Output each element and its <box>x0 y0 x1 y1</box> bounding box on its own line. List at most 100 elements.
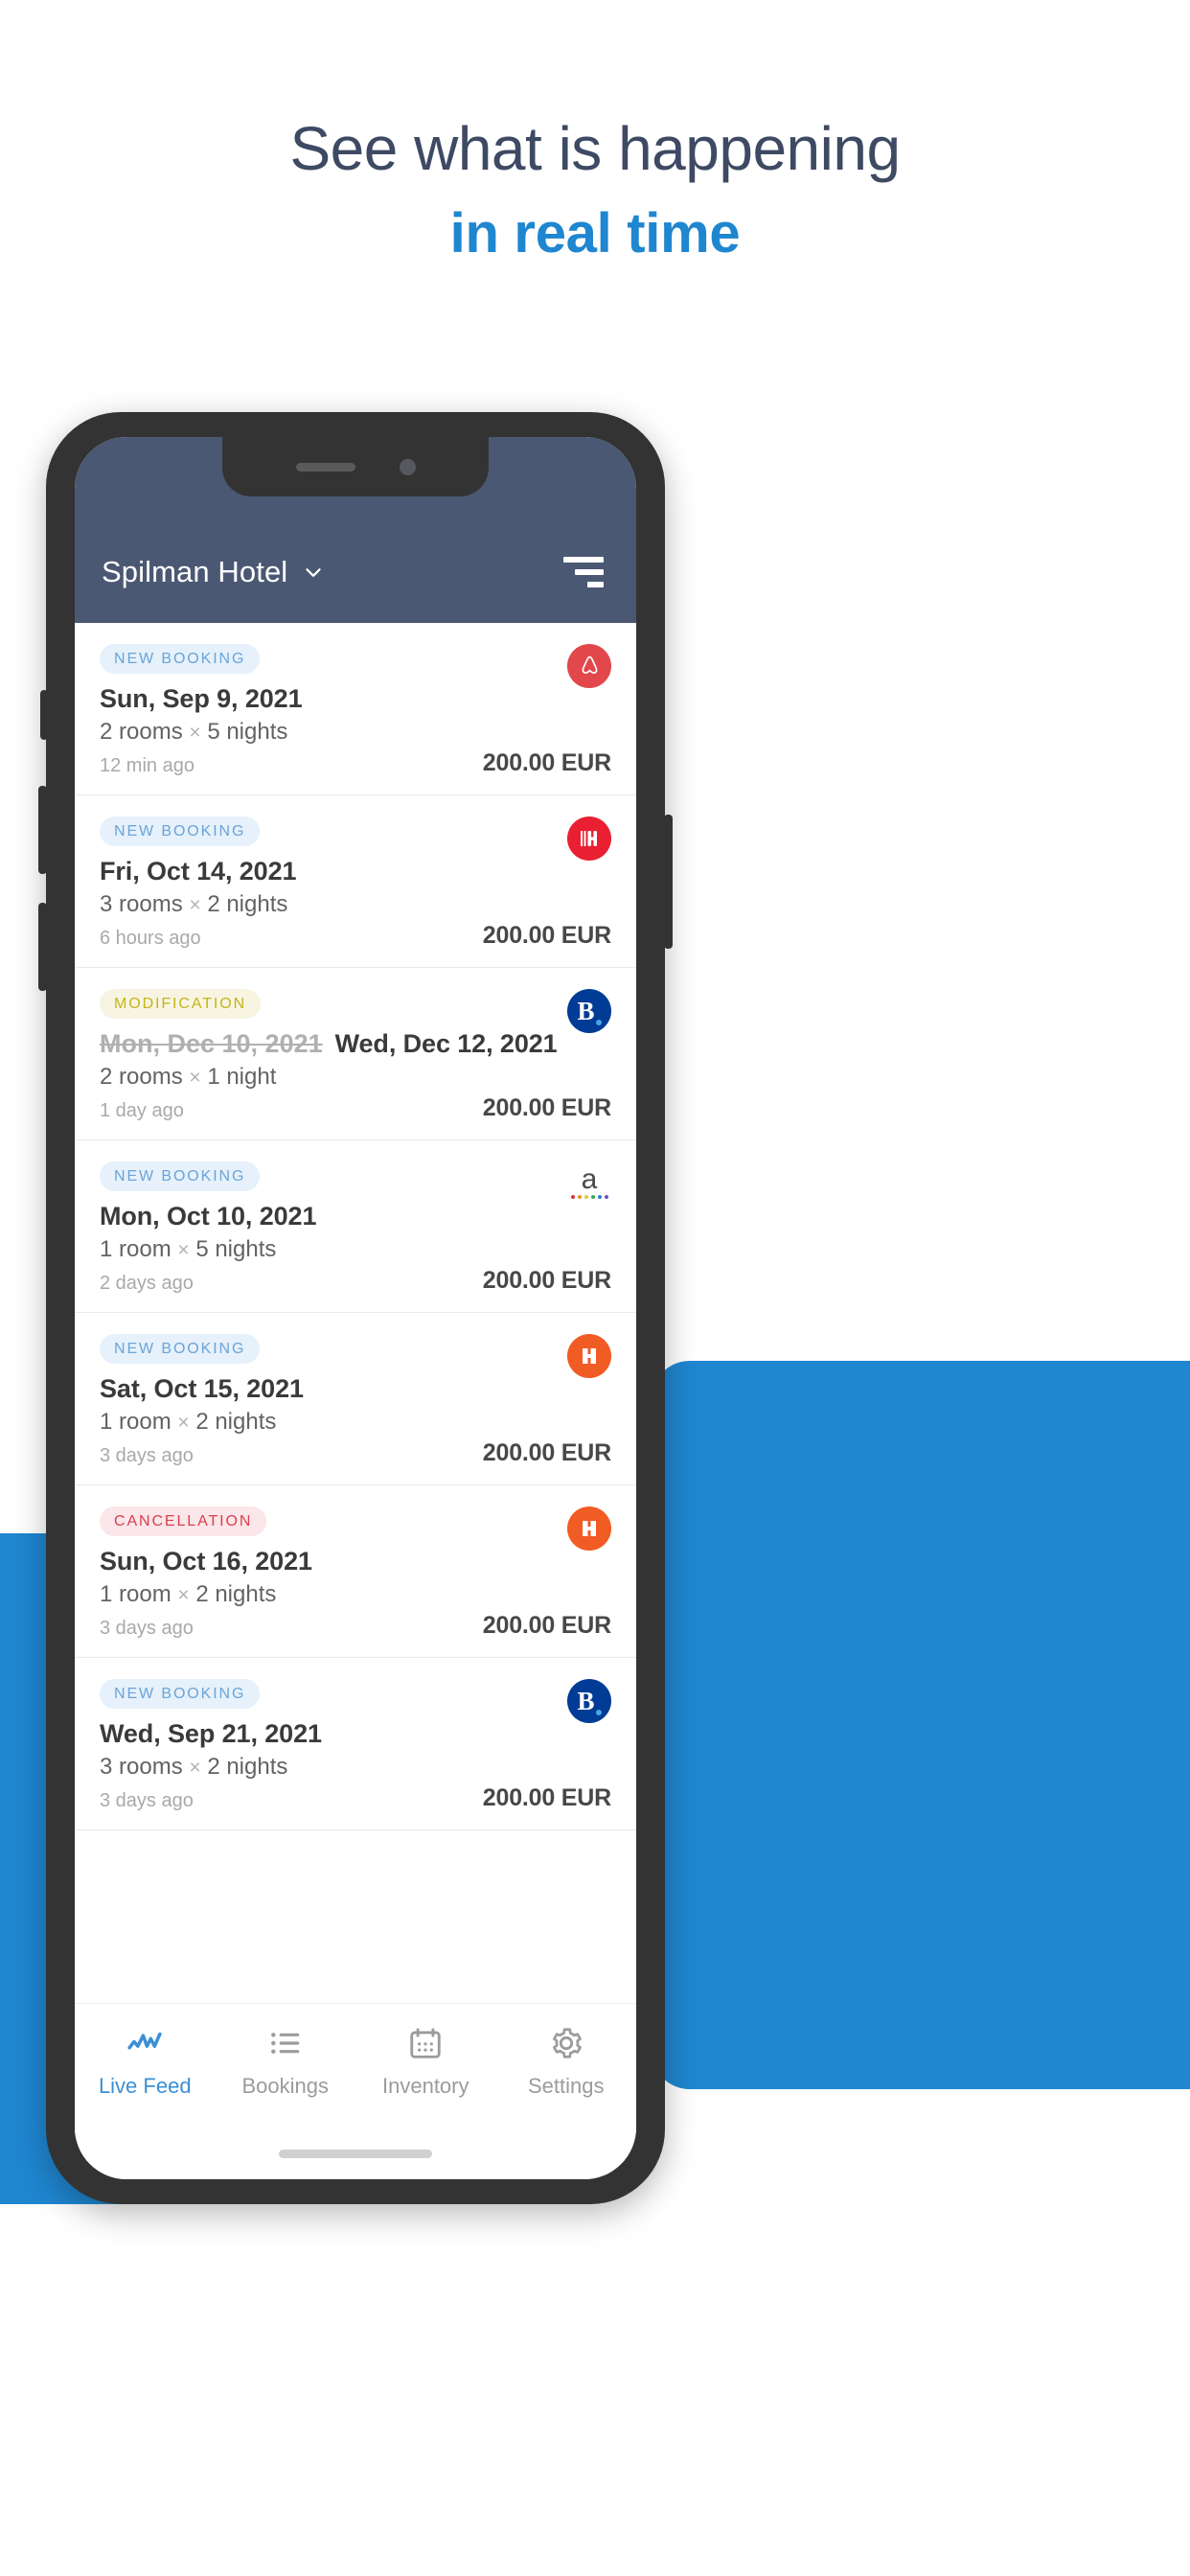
status-badge: NEW BOOKING <box>100 816 261 846</box>
phone-notch <box>222 437 489 496</box>
booking-date: Sat, Oct 15, 2021 <box>100 1374 304 1403</box>
booking-date-row: Fri, Oct 14, 2021 <box>100 857 611 886</box>
relative-time: 1 day ago <box>100 1100 184 1121</box>
booking-date-row: Mon, Dec 10, 2021 Wed, Dec 12, 2021 <box>100 1029 611 1059</box>
booking-price: 200.00 EUR <box>482 1439 611 1466</box>
channel-logo-hrs-icon <box>567 1334 611 1378</box>
calendar-icon <box>410 2028 441 2058</box>
nav-item-label: Live Feed <box>98 2074 192 2098</box>
booking-price: 200.00 EUR <box>482 922 611 949</box>
rooms-count: 1 room <box>100 1581 172 1607</box>
nights-count: 2 nights <box>207 891 288 917</box>
feed-card[interactable]: NEW BOOKING Mon, Oct 10, 2021 1 room × 5 n… <box>75 1140 636 1313</box>
booking-date-row: Mon, Oct 10, 2021 <box>100 1202 611 1231</box>
times-symbol: × <box>177 1412 190 1434</box>
feed-card[interactable]: NEW BOOKING Sat, Oct 15, 2021 1 room × 2 n… <box>75 1313 636 1485</box>
relative-time: 3 days ago <box>100 1618 194 1639</box>
booking-date: Mon, Oct 10, 2021 <box>100 1202 317 1230</box>
status-badge: NEW BOOKING <box>100 1679 261 1709</box>
channel-logo-booking-icon: B <box>567 989 611 1033</box>
booking-date-row: Sun, Oct 16, 2021 <box>100 1547 611 1576</box>
card-footer: 2 days ago 200.00 EUR <box>100 1267 611 1295</box>
booking-date: Wed, Dec 12, 2021 <box>334 1029 558 1058</box>
card-footer: 12 min ago 200.00 EUR <box>100 749 611 777</box>
nav-item-label: Inventory <box>382 2074 469 2098</box>
channel-logo-hrs-icon <box>567 1506 611 1551</box>
times-symbol: × <box>189 1757 201 1779</box>
times-symbol: × <box>189 1067 201 1089</box>
booking-price: 200.00 EUR <box>482 749 611 776</box>
booking-price: 200.00 EUR <box>482 1267 611 1294</box>
nav-item-label: Bookings <box>241 2074 329 2098</box>
channel-logo-hotels-icon <box>567 816 611 861</box>
status-badge: NEW BOOKING <box>100 1162 261 1191</box>
relative-time: 3 days ago <box>100 1445 194 1466</box>
speaker-icon <box>295 462 355 472</box>
background-shape-green <box>0 0 240 77</box>
feed-card[interactable]: MODIFICATION Mon, Dec 10, 2021 Wed, Dec 12… <box>75 968 636 1140</box>
rooms-count: 2 rooms <box>100 1064 183 1090</box>
nights-count: 5 nights <box>195 1236 277 1262</box>
nights-count: 5 nights <box>207 719 288 745</box>
feed-card[interactable]: CANCELLATION Sun, Oct 16, 2021 1 room × 2 … <box>75 1485 636 1658</box>
rooms-count: 3 rooms <box>100 1754 183 1780</box>
nights-count: 2 nights <box>207 1754 288 1780</box>
nights-count: 2 nights <box>195 1581 277 1607</box>
rooms-nights: 2 rooms × 5 nights <box>100 719 611 746</box>
relative-time: 2 days ago <box>100 1273 194 1294</box>
card-footer: 3 days ago 200.00 EUR <box>100 1439 611 1467</box>
rooms-nights: 3 rooms × 2 nights <box>100 891 611 918</box>
rooms-nights: 1 room × 5 nights <box>100 1236 611 1263</box>
card-footer: 3 days ago 200.00 EUR <box>100 1784 611 1812</box>
card-footer: 6 hours ago 200.00 EUR <box>100 922 611 950</box>
booking-date-row: Sat, Oct 15, 2021 <box>100 1374 611 1404</box>
live-feed-list[interactable]: NEW BOOKING Sun, Sep 9, 2021 2 rooms × 5 n… <box>75 623 636 2003</box>
hotel-selector[interactable]: Spilman Hotel <box>102 555 326 589</box>
channel-logo-airbnb-icon <box>567 644 611 688</box>
booking-price: 200.00 EUR <box>482 1784 611 1811</box>
channel-logo-agoda-icon: a <box>567 1162 611 1206</box>
status-badge: CANCELLATION <box>100 1506 267 1536</box>
feed-card[interactable]: NEW BOOKING Fri, Oct 14, 2021 3 rooms × 2 … <box>75 795 636 968</box>
rooms-count: 1 room <box>100 1236 172 1262</box>
nav-item-live-feed[interactable]: Live Feed <box>75 2025 216 2099</box>
headline-line-1: See what is happening <box>289 114 901 183</box>
card-footer: 1 day ago 200.00 EUR <box>100 1094 611 1122</box>
nav-item-inventory[interactable]: Inventory <box>355 2025 496 2099</box>
live-feed-icon <box>127 2032 162 2050</box>
rooms-count: 3 rooms <box>100 891 183 917</box>
times-symbol: × <box>177 1584 190 1606</box>
headline-line-2: in real time <box>449 201 741 264</box>
feed-card[interactable]: NEW BOOKING Wed, Sep 21, 2021 3 rooms × 2 … <box>75 1658 636 1830</box>
rooms-nights: 1 room × 2 nights <box>100 1581 611 1608</box>
status-badge: NEW BOOKING <box>100 1334 261 1364</box>
card-footer: 3 days ago 200.00 EUR <box>100 1612 611 1640</box>
booking-date-previous: Mon, Dec 10, 2021 <box>100 1029 323 1058</box>
rooms-nights: 1 room × 2 nights <box>100 1409 611 1436</box>
rooms-nights: 3 rooms × 2 nights <box>100 1754 611 1781</box>
booking-date: Wed, Sep 21, 2021 <box>100 1719 322 1748</box>
times-symbol: × <box>189 722 201 744</box>
phone-button-silent <box>40 690 48 740</box>
relative-time: 12 min ago <box>100 755 195 776</box>
chevron-down-icon <box>306 568 321 577</box>
promo-screenshot: See what is happening in real time Spilm… <box>0 0 1190 2576</box>
home-indicator <box>279 2150 432 2158</box>
times-symbol: × <box>177 1239 190 1261</box>
nav-item-bookings[interactable]: Bookings <box>216 2025 356 2099</box>
rooms-count: 1 room <box>100 1409 172 1435</box>
relative-time: 3 days ago <box>100 1790 194 1811</box>
rooms-count: 2 rooms <box>100 719 183 745</box>
times-symbol: × <box>189 894 201 916</box>
filter-icon[interactable] <box>563 557 604 587</box>
booking-date: Fri, Oct 14, 2021 <box>100 857 297 886</box>
feed-card[interactable]: NEW BOOKING Sun, Sep 9, 2021 2 rooms × 5 n… <box>75 623 636 795</box>
status-badge: NEW BOOKING <box>100 644 261 674</box>
nav-item-settings[interactable]: Settings <box>496 2025 637 2099</box>
nights-count: 2 nights <box>195 1409 277 1435</box>
rooms-nights: 2 rooms × 1 night <box>100 1064 611 1091</box>
nights-count: 1 night <box>207 1064 277 1090</box>
gear-icon <box>552 2028 582 2058</box>
phone-button-volume-up <box>38 786 47 874</box>
app-header: Spilman Hotel <box>75 437 636 623</box>
